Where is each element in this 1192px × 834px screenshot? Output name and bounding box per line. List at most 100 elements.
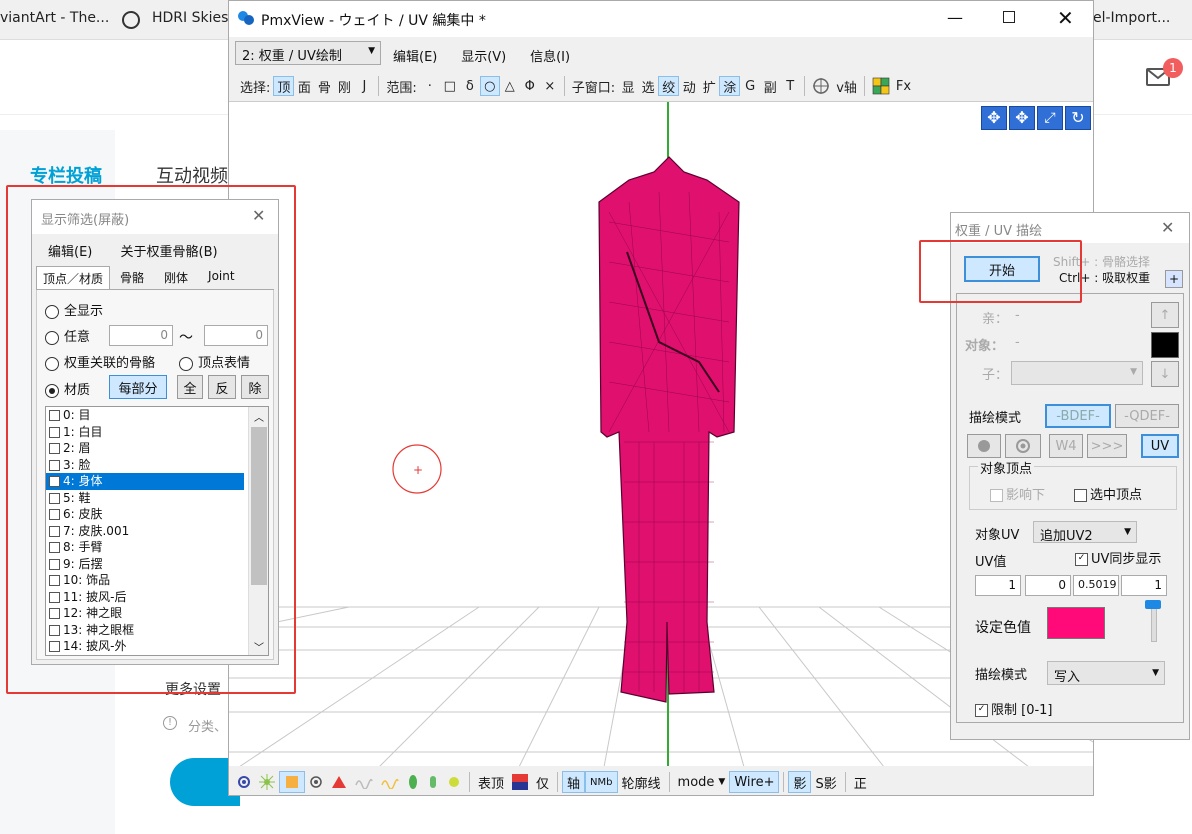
menu-edit[interactable]: 编辑(E) (393, 50, 437, 65)
chevron-down-icon: ▼ (718, 777, 726, 787)
close-icon[interactable]: ✕ (1161, 218, 1174, 237)
select-label: 选择: (240, 80, 271, 96)
select-face-button[interactable]: 面 (294, 76, 314, 96)
subwin-show-button[interactable]: 显 (618, 76, 638, 96)
up-arrow-icon[interactable]: ↑ (1151, 302, 1179, 328)
target-display-icon[interactable] (305, 771, 327, 793)
pmx-menu-bar: 编辑(E) 显示(V) 信息(I) (393, 46, 590, 65)
color-slider-thumb[interactable] (1145, 600, 1161, 609)
color-slider-track[interactable] (1151, 606, 1157, 642)
brush-soft-icon[interactable] (1005, 434, 1041, 458)
browser-tab-hdri[interactable]: HDRI Skies (152, 10, 228, 26)
grid-color-icon[interactable] (869, 76, 893, 96)
subwin-select-button[interactable]: 选 (638, 76, 658, 96)
uv-button[interactable]: UV (1141, 434, 1179, 458)
subwin-t-button[interactable]: T (780, 76, 800, 96)
subwin-sub-button[interactable]: 副 (760, 76, 780, 96)
forward-button[interactable]: >>> (1087, 434, 1127, 458)
shadow-button[interactable]: 影 (788, 771, 812, 793)
uv-value-y[interactable]: 0 (1025, 575, 1071, 596)
wire-plus-button[interactable]: Wire+ (729, 771, 780, 793)
set-color-swatch[interactable] (1047, 607, 1105, 639)
notification-badge: 1 (1163, 58, 1183, 78)
rotate-view-icon[interactable]: ↻ (1065, 106, 1091, 130)
w4-button[interactable]: W4 (1049, 434, 1083, 458)
color-swatch-icon[interactable] (508, 771, 532, 793)
influence-checkbox[interactable]: 影响下 (990, 484, 1045, 503)
wave-yellow-icon[interactable] (377, 771, 403, 793)
toolbar-divider (563, 76, 565, 96)
range-delta-button[interactable]: δ (460, 76, 480, 96)
uv-value-x[interactable]: 1 (975, 575, 1021, 596)
limit-checkbox[interactable]: ✓ 限制 [0-1] (975, 699, 1053, 718)
select-joint-button[interactable]: J (354, 76, 374, 96)
green-joint-icon[interactable] (423, 771, 443, 793)
wave-display-icon[interactable] (351, 771, 377, 793)
range-circle-button[interactable]: ○ (479, 76, 500, 96)
pan-view-icon[interactable]: ✥ (1009, 106, 1035, 130)
self-shadow-button[interactable]: S影 (811, 771, 840, 793)
nmb-button[interactable]: NMb (585, 771, 618, 793)
subwin-paint-button[interactable]: 涂 (719, 76, 741, 96)
subwin-move-button[interactable]: 动 (679, 76, 699, 96)
toolbar-divider (783, 772, 785, 792)
bdef-button[interactable]: -BDEF- (1045, 404, 1111, 428)
mode-select[interactable]: 2: 权重 / UV绘制 ▼ (235, 41, 381, 65)
menu-info[interactable]: 信息(I) (530, 50, 570, 65)
add-button[interactable]: + (1165, 270, 1183, 288)
pmx-bottom-toolbar: 表顶 仅 轴 NMb 轮廓线 mode ▼ Wire+ 影 S影 正 (233, 769, 1089, 795)
paint-mode-select[interactable]: 写入 ▼ (1047, 661, 1165, 685)
only-button[interactable]: 仅 (532, 771, 553, 793)
minimize-icon[interactable]: — (947, 8, 963, 27)
uv-sync-checkbox[interactable]: ✓ UV同步显示 (1075, 548, 1161, 567)
green-body-icon[interactable] (403, 771, 423, 793)
browser-tab-deviantart[interactable]: viantArt - The... (0, 10, 109, 26)
yellow-rigid-icon[interactable] (443, 771, 465, 793)
subwin-expand-button[interactable]: 扩 (699, 76, 719, 96)
target-value: - (1015, 335, 1020, 350)
menu-view[interactable]: 显示(V) (461, 50, 506, 65)
child-bone-select[interactable]: ▼ (1011, 361, 1143, 385)
paint-mode-label: 描绘模式 (975, 668, 1028, 683)
weight-display-icon[interactable] (279, 771, 305, 793)
triangle-display-icon[interactable] (327, 771, 351, 793)
crosshair-icon[interactable] (809, 76, 833, 96)
subwin-g-button[interactable]: G (740, 76, 760, 96)
range-clear-button[interactable]: × (540, 76, 560, 96)
uv-value-w[interactable]: 1 (1121, 575, 1167, 596)
axis-button[interactable]: 轴 (562, 771, 586, 793)
range-rect-button[interactable]: □ (440, 76, 460, 96)
front-vertex-button[interactable]: 表顶 (474, 771, 508, 793)
v-axis-button[interactable]: v轴 (833, 76, 860, 96)
zoom-view-icon[interactable]: ⤢ (1037, 106, 1063, 130)
brush-solid-icon[interactable] (967, 434, 1001, 458)
bone-color-swatch[interactable] (1151, 332, 1179, 358)
maximize-icon[interactable] (1003, 11, 1015, 23)
vertex-display-icon[interactable] (233, 771, 255, 793)
qdef-button[interactable]: -QDEF- (1115, 404, 1179, 428)
browser-tab-import[interactable]: el-Import... (1093, 10, 1170, 26)
select-rigid-button[interactable]: 刚 (334, 76, 354, 96)
set-color-label: 设定色值 (975, 620, 1031, 636)
outline-button[interactable]: 轮廓线 (618, 771, 665, 793)
subwin-weight-button[interactable]: 绞 (658, 76, 680, 96)
pmx-window-title: PmxView - ウェイト / UV 編集中 * (261, 13, 486, 29)
selected-vertex-label: 选中顶点 (1090, 488, 1143, 503)
select-bone-button[interactable]: 骨 (314, 76, 334, 96)
down-arrow-icon[interactable]: ↓ (1151, 361, 1179, 387)
selected-vertex-checkbox[interactable]: 选中顶点 (1074, 484, 1142, 503)
select-vertex-button[interactable]: 顶 (273, 76, 295, 96)
limit-label: 限制 [0-1] (991, 703, 1053, 718)
normal-display-icon[interactable] (255, 771, 279, 793)
close-icon[interactable]: ✕ (1057, 6, 1074, 30)
range-point-button[interactable]: · (420, 76, 440, 96)
hdri-favicon-icon (122, 11, 140, 29)
front-view-button[interactable]: 正 (850, 771, 871, 793)
uv-value-z[interactable]: 0.5019 (1073, 575, 1119, 596)
range-phi-button[interactable]: Φ (520, 76, 540, 96)
move-view-icon[interactable]: ✥ (981, 106, 1007, 130)
target-uv-select[interactable]: 追加UV2 ▼ (1033, 521, 1137, 544)
range-triangle-button[interactable]: △ (500, 76, 520, 96)
mode-dropdown[interactable]: mode ▼ (674, 771, 730, 793)
fx-button[interactable]: Fx (893, 76, 914, 96)
